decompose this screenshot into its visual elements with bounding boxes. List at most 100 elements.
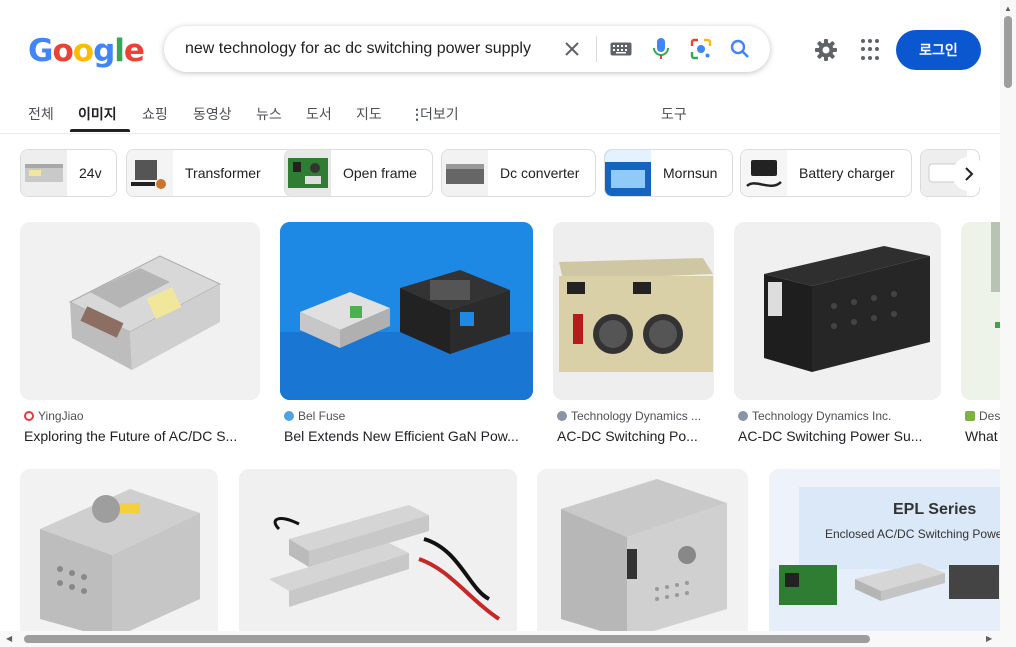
- tools-button[interactable]: 도구: [661, 104, 687, 124]
- scroll-left-arrow-icon[interactable]: ◀: [6, 634, 12, 643]
- image-result[interactable]: [537, 469, 748, 639]
- chip-label: Transformer: [185, 165, 261, 181]
- chip[interactable]: Battery charger: [740, 149, 912, 197]
- tab-more-label: 더보기: [420, 106, 459, 122]
- chip-thumbnail: [741, 150, 787, 196]
- tab-all[interactable]: 전체: [28, 104, 54, 124]
- source-favicon-icon: [965, 411, 975, 421]
- image-result[interactable]: Technology Dynamics Inc. AC-DC Switching…: [734, 222, 941, 452]
- chevron-right-icon: [965, 167, 974, 181]
- result-source[interactable]: YingJiao: [24, 409, 84, 423]
- source-name: Bel Fuse: [298, 409, 346, 423]
- tab-videos[interactable]: 동영상: [193, 104, 232, 124]
- image-overlay-title: EPL Series: [893, 501, 977, 518]
- result-image[interactable]: [239, 469, 517, 639]
- tab-more[interactable]: ⋮더보기: [410, 104, 459, 124]
- source-favicon-icon: [284, 411, 294, 421]
- chip-label: Open frame: [343, 165, 417, 181]
- vertical-scroll-thumb[interactable]: [1004, 16, 1012, 88]
- result-image[interactable]: [961, 222, 1000, 400]
- result-image[interactable]: [553, 222, 714, 400]
- source-name: Des: [979, 409, 1000, 423]
- keyboard-icon[interactable]: [609, 37, 633, 61]
- chips-next-button[interactable]: [952, 157, 986, 191]
- result-title[interactable]: AC-DC Switching Po...: [557, 428, 714, 444]
- active-tab-indicator: [70, 129, 130, 132]
- search-box[interactable]: new technology for ac dc switching power…: [164, 26, 770, 72]
- search-input[interactable]: new technology for ac dc switching power…: [185, 40, 531, 58]
- chip-thumbnail: [605, 150, 651, 196]
- clear-icon[interactable]: [560, 37, 584, 61]
- chip-thumbnail: [442, 150, 488, 196]
- result-image[interactable]: [20, 222, 260, 400]
- result-source[interactable]: Technology Dynamics ...: [557, 409, 701, 423]
- chip[interactable]: Open frame: [284, 149, 433, 197]
- result-source[interactable]: Technology Dynamics Inc.: [738, 409, 891, 423]
- horizontal-scroll-thumb[interactable]: [24, 635, 870, 643]
- settings-gear-icon[interactable]: [813, 37, 839, 63]
- result-image[interactable]: [537, 469, 748, 639]
- source-name: Technology Dynamics ...: [571, 409, 702, 423]
- result-title[interactable]: Exploring the Future of AC/DC S...: [24, 428, 260, 444]
- result-source[interactable]: Des: [965, 409, 1000, 423]
- search-tabs: 전체 이미지 쇼핑 동영상 뉴스 도서 지도 ⋮더보기 도구: [0, 96, 1000, 134]
- chip-label: Dc converter: [500, 165, 580, 181]
- tab-shopping[interactable]: 쇼핑: [142, 104, 168, 124]
- chip-label: Mornsun: [663, 165, 718, 181]
- source-favicon-icon: [24, 411, 34, 421]
- result-source[interactable]: Bel Fuse: [284, 409, 345, 423]
- logo-letter: e: [123, 33, 145, 69]
- scroll-up-arrow-icon[interactable]: ▲: [1004, 4, 1012, 13]
- image-result[interactable]: Technology Dynamics ... AC-DC Switching …: [553, 222, 714, 452]
- image-result[interactable]: [239, 469, 517, 639]
- image-result[interactable]: [20, 469, 218, 639]
- source-name: Technology Dynamics Inc.: [752, 409, 892, 423]
- chip-thumbnail: [21, 150, 67, 196]
- result-title[interactable]: AC-DC Switching Power Su...: [738, 428, 941, 444]
- result-title[interactable]: Bel Extends New Efficient GaN Pow...: [284, 428, 533, 444]
- source-favicon-icon: [557, 411, 567, 421]
- result-image[interactable]: [280, 222, 533, 400]
- google-logo[interactable]: Google: [28, 33, 145, 69]
- search-divider: [596, 36, 597, 62]
- vertical-scrollbar[interactable]: ▲: [1000, 0, 1016, 647]
- image-result[interactable]: YingJiao Exploring the Future of AC/DC S…: [20, 222, 260, 452]
- chip[interactable]: Dc converter: [441, 149, 596, 197]
- more-vert-icon: ⋮: [410, 106, 424, 122]
- logo-letter: o: [52, 33, 73, 69]
- tab-maps[interactable]: 지도: [356, 104, 382, 124]
- horizontal-scrollbar[interactable]: ◀ ▶: [0, 631, 1000, 647]
- source-name: YingJiao: [38, 409, 84, 423]
- result-image[interactable]: [734, 222, 941, 400]
- apps-grid-icon[interactable]: [861, 39, 883, 61]
- tab-news[interactable]: 뉴스: [256, 104, 282, 124]
- google-images-page: Google new technology for ac dc switchin…: [0, 0, 1016, 647]
- chip[interactable]: Transformer: [126, 149, 295, 197]
- image-result[interactable]: Bel Fuse Bel Extends New Efficient GaN P…: [280, 222, 533, 452]
- tab-books[interactable]: 도서: [306, 104, 332, 124]
- login-button[interactable]: 로그인: [896, 30, 981, 70]
- logo-letter: l: [114, 33, 125, 69]
- logo-letter: o: [72, 33, 94, 69]
- image-result[interactable]: Des What: [961, 222, 1000, 452]
- chip[interactable]: 24v: [20, 149, 117, 197]
- tab-images[interactable]: 이미지: [78, 104, 117, 124]
- chip-thumbnail: [285, 150, 331, 196]
- result-image[interactable]: EPL Series Enclosed AC/DC Switching Powe…: [769, 469, 1000, 631]
- source-favicon-icon: [738, 411, 748, 421]
- chip-label: Battery charger: [799, 165, 895, 181]
- mic-icon[interactable]: [649, 37, 673, 61]
- logo-letter: g: [93, 33, 115, 69]
- lens-icon[interactable]: [689, 37, 713, 61]
- related-search-chips: 24v Transformer Open frame Dc converter …: [20, 149, 1000, 197]
- result-title[interactable]: What: [965, 428, 1000, 444]
- result-image[interactable]: [20, 469, 218, 639]
- image-result[interactable]: EPL Series Enclosed AC/DC Switching Powe…: [769, 469, 1000, 631]
- image-overlay-subtitle: Enclosed AC/DC Switching Power: [825, 527, 1000, 541]
- chip-label: 24v: [79, 165, 102, 181]
- search-icon[interactable]: [728, 37, 752, 61]
- scroll-right-arrow-icon[interactable]: ▶: [986, 634, 992, 643]
- chip-thumbnail: [127, 150, 173, 196]
- logo-letter: G: [28, 33, 53, 69]
- chip[interactable]: Mornsun: [604, 149, 733, 197]
